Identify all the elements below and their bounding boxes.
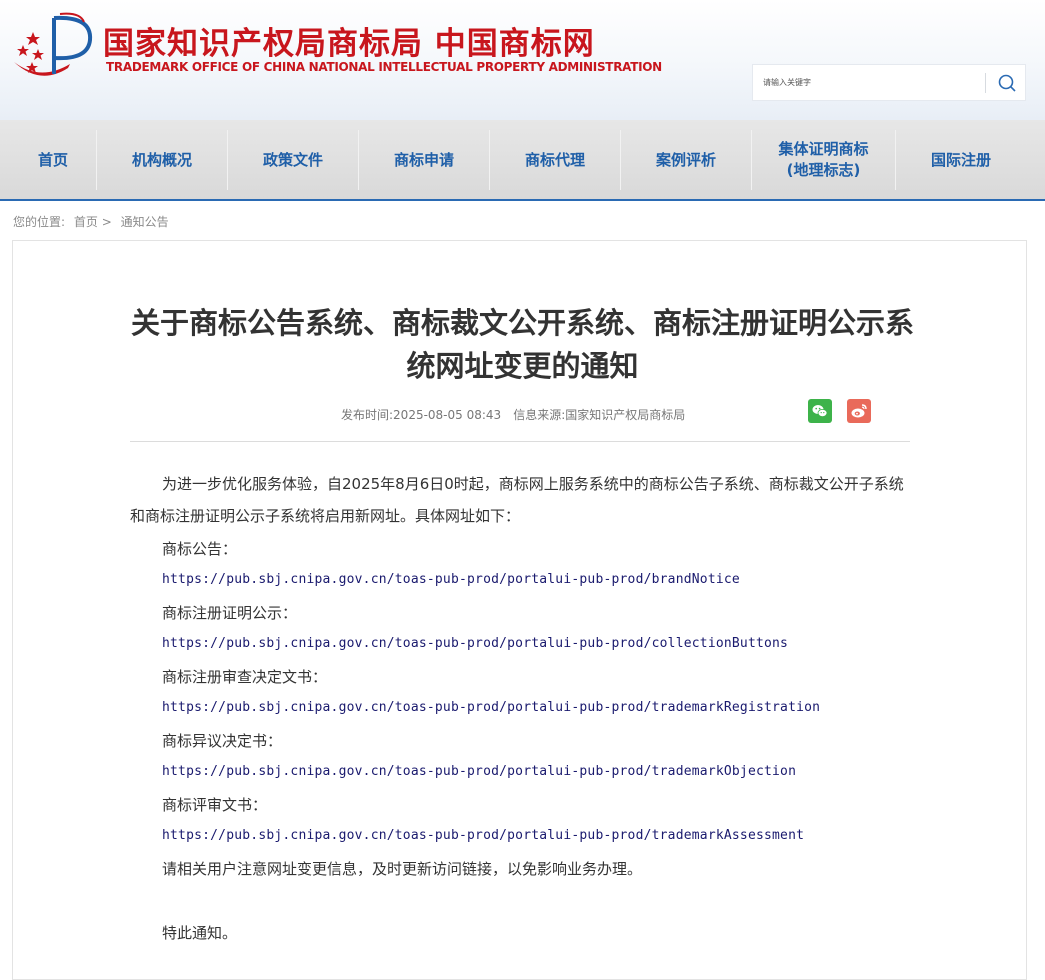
article-meta: 发布时间:2025-08-05 08:43 信息来源:国家知识产权局商标局: [341, 406, 685, 423]
publish-label: 发布时间:: [341, 408, 394, 422]
nav-item-geographic-indication[interactable]: 集体证明商标 (地理标志): [752, 130, 895, 190]
link-collection-buttons[interactable]: https://pub.sbj.cnipa.gov.cn/toas-pub-pr…: [162, 636, 788, 651]
site-header: 国家知识产权局商标局 中国商标网 TRADEMARK OFFICE OF CHI…: [0, 0, 1045, 120]
breadcrumb-current-link[interactable]: 通知公告: [121, 215, 169, 229]
entry-label-certification: 商标注册证明公示：: [162, 604, 298, 622]
link-trademark-objection[interactable]: https://pub.sbj.cnipa.gov.cn/toas-pub-pr…: [162, 764, 796, 779]
closing-text: 特此通知。: [162, 924, 238, 942]
source-label: 信息来源:: [513, 408, 566, 422]
breadcrumb-home-link[interactable]: 首页: [74, 215, 98, 229]
weibo-icon: [851, 404, 867, 418]
publish-time: 2025-08-05 08:43: [393, 408, 502, 422]
search-divider: [985, 73, 986, 93]
nav-item-about[interactable]: 机构概况: [97, 130, 227, 190]
cnipa-logo[interactable]: [10, 12, 96, 82]
wechat-icon: [812, 405, 828, 417]
link-trademark-assessment[interactable]: https://pub.sbj.cnipa.gov.cn/toas-pub-pr…: [162, 828, 804, 843]
article-title: 关于商标公告系统、商标裁文公开系统、商标注册证明公示系统网址变更的通知: [0, 302, 1045, 388]
search-box: [752, 64, 1026, 101]
nav-item-cases[interactable]: 案例评析: [621, 130, 751, 190]
entry-label-assessment: 商标评审文书：: [162, 796, 268, 814]
intro-paragraph: 为进一步优化服务体验，自2025年8月6日0时起，商标网上服务系统中的商标公告子…: [130, 475, 904, 525]
search-input[interactable]: [753, 65, 985, 100]
share-wechat-button[interactable]: [808, 399, 832, 423]
nav-item-agency[interactable]: 商标代理: [490, 130, 620, 190]
link-trademark-registration[interactable]: https://pub.sbj.cnipa.gov.cn/toas-pub-pr…: [162, 700, 820, 715]
nav-item-international[interactable]: 国际注册: [896, 130, 1026, 190]
site-title-cn: 国家知识产权局商标局 中国商标网: [103, 26, 595, 62]
entry-label-objection-decision: 商标异议决定书：: [162, 732, 283, 750]
nav-item-home[interactable]: 首页: [10, 130, 96, 190]
nav-item-application[interactable]: 商标申请: [359, 130, 489, 190]
entry-label-registration-decision: 商标注册审查决定文书：: [162, 668, 328, 686]
breadcrumb-separator: >: [101, 215, 112, 229]
nav-item-policy[interactable]: 政策文件: [228, 130, 358, 190]
entry-label-announcement: 商标公告：: [162, 540, 238, 558]
link-brand-notice[interactable]: https://pub.sbj.cnipa.gov.cn/toas-pub-pr…: [162, 572, 740, 587]
search-icon: [998, 74, 1016, 92]
site-title-en: TRADEMARK OFFICE OF CHINA NATIONAL INTEL…: [106, 60, 662, 74]
source-value: 国家知识产权局商标局: [565, 408, 686, 422]
share-weibo-button[interactable]: [847, 399, 871, 423]
reminder-text: 请相关用户注意网址变更信息，及时更新访问链接，以免影响业务办理。: [162, 860, 643, 878]
search-button[interactable]: [993, 69, 1021, 97]
main-nav: 首页 机构概况 政策文件 商标申请 商标代理 案例评析 集体证明商标 (地理标志…: [0, 120, 1045, 201]
breadcrumb-prefix: 您的位置:: [13, 215, 66, 229]
breadcrumb: 您的位置: 首页 > 通知公告: [13, 213, 169, 230]
article-title-text: 关于商标公告系统、商标裁文公开系统、商标注册证明公示系统网址变更的通知: [130, 306, 914, 383]
meta-divider: [130, 441, 910, 442]
